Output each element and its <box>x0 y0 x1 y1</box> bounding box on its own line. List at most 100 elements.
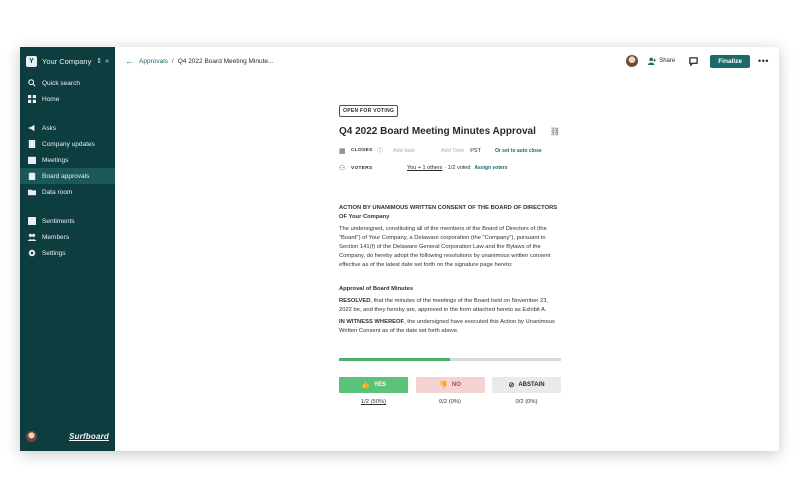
chart-icon <box>27 217 36 226</box>
sidebar-item-home[interactable]: Home <box>20 91 115 107</box>
sidebar-item-label: Asks <box>42 124 57 132</box>
document-paragraph: The undersigned, constituting all of the… <box>339 226 551 268</box>
vote-progress-fill <box>339 358 450 361</box>
add-person-icon <box>648 57 657 65</box>
sidebar-item-label: Quick search <box>42 79 80 87</box>
witness-bold: IN WITNESS WHEREOF <box>339 319 405 325</box>
finalize-button[interactable]: Finalize <box>710 54 751 68</box>
sidebar-item-board-approvals[interactable]: Board approvals <box>20 168 115 184</box>
sidebar-item-label: Sentiments <box>42 217 75 225</box>
document-heading: ACTION BY UNANIMOUS WRITTEN CONSENT OF T… <box>339 205 558 220</box>
voters-row: ⚇ VOTERS You + 1 others · 1/2 voted Assi… <box>339 164 562 172</box>
sidebar-item-members[interactable]: Members <box>20 229 115 245</box>
vote-no: 👎 NO 0/2 (0%) <box>415 377 485 405</box>
folder-icon <box>27 188 36 197</box>
breadcrumb-separator: / <box>171 57 174 65</box>
yes-button[interactable]: 👍 YES <box>339 377 408 393</box>
no-button[interactable]: 👎 NO <box>415 377 485 393</box>
company-name: Your Company <box>42 56 92 66</box>
assign-voters-link[interactable]: Assign voters <box>474 165 507 171</box>
no-label: NO <box>451 382 461 388</box>
top-bar: ← Approvals / Q4 2022 Board Meeting Minu… <box>115 47 779 75</box>
page-title: Q4 2022 Board Meeting Minutes Approval <box>339 126 536 137</box>
home-icon <box>27 95 36 104</box>
close-date-input[interactable]: Add date <box>393 148 441 154</box>
link-icon[interactable]: ⛓ <box>550 127 560 136</box>
resolution-paragraph: RESOLVED, that the minutes of the meetin… <box>339 297 562 315</box>
timezone-label: PST <box>470 147 481 154</box>
sidebar-item-company-updates[interactable]: Company updates <box>20 136 115 152</box>
voters-label: VOTERS <box>351 165 373 171</box>
person-icon: ⚇ <box>339 165 346 172</box>
arrow-left-icon[interactable]: ← <box>125 56 134 66</box>
search-icon <box>27 79 36 88</box>
approval-content: OPEN FOR VOTING Q4 2022 Board Meeting Mi… <box>339 99 562 405</box>
collaborator-avatar[interactable] <box>626 55 639 67</box>
sidebar-item-meetings[interactable]: Meetings <box>20 152 115 168</box>
sidebar-item-label: Data room <box>42 188 73 196</box>
sidebar-item-label: Board approvals <box>42 172 90 180</box>
vote-abstain: ⊘ ABSTAIN 0/2 (0%) <box>492 377 561 405</box>
resolved-text: , that the minutes of the meetings of th… <box>339 298 549 313</box>
yes-count[interactable]: 1/2 (50%) <box>339 399 408 405</box>
breadcrumb-current: Q4 2022 Board Meeting Minute... <box>177 57 274 65</box>
status-badge: OPEN FOR VOTING <box>339 105 399 117</box>
sidebar-item-label: Settings <box>42 249 66 257</box>
breadcrumb: ← Approvals / Q4 2022 Board Meeting Minu… <box>125 56 273 66</box>
comments-button[interactable] <box>689 56 698 66</box>
top-actions: Share Finalize ••• <box>626 54 769 68</box>
close-time-input[interactable]: Add Time <box>441 148 464 154</box>
vote-options: 👍 YES 1/2 (50%) 👎 NO 0/2 (0%) ⊘ ABSTAIN … <box>339 377 561 405</box>
app-window: Y Your Company ⇕ « Quick search Home Ask… <box>20 47 779 451</box>
document-body: ACTION BY UNANIMOUS WRITTEN CONSENT OF T… <box>339 204 562 336</box>
sidebar-item-label: Members <box>42 233 70 241</box>
thumbs-down-icon: 👎 <box>439 382 448 389</box>
gear-icon <box>27 249 36 258</box>
block-icon: ⊘ <box>508 382 515 389</box>
section-title: Approval of Board Minutes <box>339 286 414 292</box>
no-count: 0/2 (0%) <box>439 399 461 405</box>
breadcrumb-approvals-link[interactable]: Approvals <box>139 58 168 65</box>
share-button[interactable]: Share <box>648 57 675 65</box>
collapse-sidebar-icon[interactable]: « <box>105 58 109 65</box>
calendar-icon <box>27 156 36 165</box>
vote-yes: 👍 YES 1/2 (50%) <box>339 377 408 405</box>
calendar-icon: ▦ <box>339 147 346 155</box>
sidebar-item-label: Company updates <box>42 140 95 148</box>
brand-logo: Surfboard <box>68 432 109 441</box>
witness-paragraph: IN WITNESS WHEREOF, the undersigned have… <box>339 318 562 336</box>
clipboard-icon <box>27 172 36 181</box>
share-label: Share <box>659 58 676 64</box>
info-icon: ⓘ <box>377 149 384 155</box>
thumbs-up-icon: 👍 <box>361 382 370 389</box>
auto-close-link[interactable]: Or set to auto close <box>495 148 542 154</box>
abstain-button[interactable]: ⊘ ABSTAIN <box>492 377 561 393</box>
chevron-updown-icon[interactable]: ⇕ <box>96 57 102 65</box>
sidebar-item-label: Meetings <box>42 156 69 164</box>
sidebar-item-data-room[interactable]: Data room <box>20 184 115 200</box>
abstain-label: ABSTAIN <box>518 382 545 388</box>
resolved-bold: RESOLVED <box>339 298 371 304</box>
vote-progress-bar <box>339 358 561 361</box>
sidebar-item-quick-search[interactable]: Quick search <box>20 75 115 91</box>
voters-link[interactable]: You + 1 others <box>407 165 442 171</box>
sidebar-item-asks[interactable]: Asks <box>20 120 115 136</box>
megaphone-icon <box>27 124 36 133</box>
document-icon <box>27 140 36 149</box>
more-options-icon[interactable]: ••• <box>758 56 769 66</box>
user-avatar[interactable] <box>26 431 37 442</box>
closes-label: CLOSES <box>351 148 373 153</box>
sidebar-item-label: Home <box>42 95 60 103</box>
voted-count: · 1/2 voted <box>444 165 471 171</box>
company-logo: Y <box>26 55 37 67</box>
sidebar-footer: Surfboard <box>26 431 109 442</box>
abstain-count: 0/2 (0%) <box>515 399 538 405</box>
sidebar-item-sentiments[interactable]: Sentiments <box>20 213 115 229</box>
company-switcher[interactable]: Y Your Company ⇕ « <box>20 47 115 75</box>
yes-label: YES <box>373 382 386 388</box>
chat-icon <box>689 56 698 66</box>
sidebar-item-settings[interactable]: Settings <box>20 245 115 261</box>
sidebar: Y Your Company ⇕ « Quick search Home Ask… <box>20 47 115 451</box>
closes-row: ▦ CLOSES ⓘ Add date Add Time PST Or set … <box>339 146 562 156</box>
main-panel: ← Approvals / Q4 2022 Board Meeting Minu… <box>115 47 779 451</box>
